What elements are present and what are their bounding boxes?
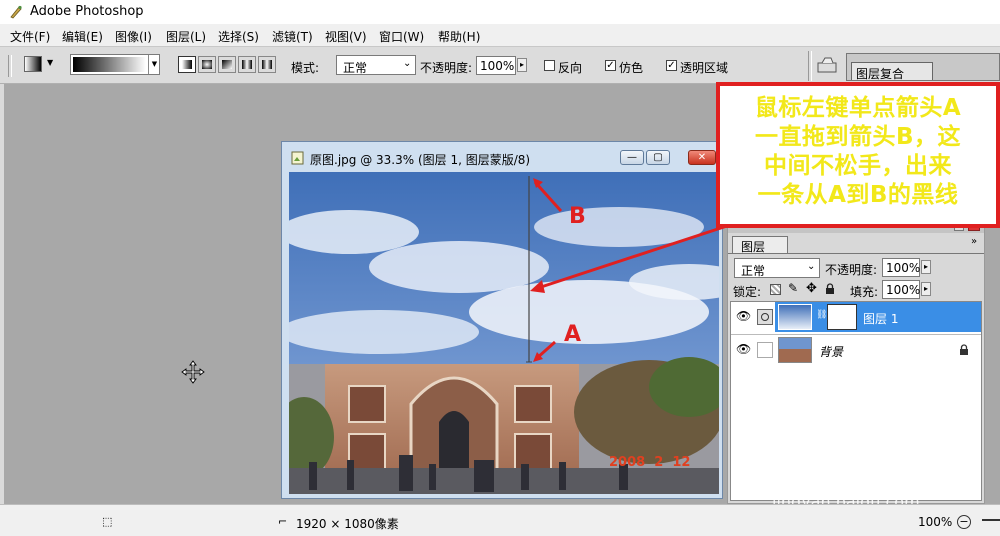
lock-all-icon[interactable]	[825, 283, 835, 295]
layer-opacity-arrow-icon[interactable]: ▸	[921, 260, 931, 274]
chevron-down-icon: ⌄	[807, 261, 816, 272]
tools-edge	[0, 84, 4, 504]
document-icon	[291, 151, 304, 165]
zoom-level: 100%	[918, 515, 953, 529]
lock-label: 锁定:	[733, 285, 762, 299]
transparency-label: 透明区域	[680, 61, 729, 75]
baidu-watermark: Bai 经验 jingyan.baidu.com	[768, 428, 998, 511]
visibility-eye-icon[interactable]: 👁	[736, 309, 751, 323]
minimize-button[interactable]: —	[620, 150, 644, 165]
move-cursor-icon	[181, 360, 205, 384]
layer-opacity-value: 100%	[886, 261, 921, 275]
title-bar: Adobe Photoshop	[0, 0, 1000, 24]
menu-image[interactable]: 图像(I)	[115, 28, 152, 45]
gradient-preview	[73, 57, 146, 72]
menu-edit[interactable]: 编辑(E)	[62, 28, 103, 45]
photo-date-stamp: 2008 2 12	[609, 455, 691, 470]
layer1-mask-thumbnail[interactable]	[827, 304, 857, 330]
panel-menu-icon[interactable]: »	[971, 236, 977, 247]
instruction-text: 鼠标左键单点箭头A 一直拖到箭头B，这 中间不松手，出来 一条从A到B的黑线	[720, 94, 996, 210]
chevron-down-icon[interactable]: ▼	[148, 55, 160, 74]
blend-mode-value: 正常	[741, 264, 766, 278]
layer-comps-tab-label: 图层复合	[856, 67, 905, 81]
photoshop-app-icon	[10, 5, 22, 19]
layer-link-slot[interactable]	[757, 342, 773, 358]
fill-input[interactable]: 100%	[882, 280, 920, 299]
selection-icon: ⬚	[102, 515, 113, 528]
radial-gradient-button[interactable]	[198, 56, 216, 73]
tab-layer-comps[interactable]: 图层复合	[851, 62, 933, 81]
label-a: A	[564, 322, 582, 347]
gradient-tool-preset-icon[interactable]	[24, 56, 42, 72]
document-window[interactable]: 原图.jpg @ 33.3% (图层 1, 图层蒙版/8) — ▢ ✕ B A …	[281, 141, 723, 499]
lock-brush-icon[interactable]: ✎	[788, 281, 798, 295]
transparency-checkbox[interactable]: ✓	[666, 60, 677, 71]
layer-locked-icon	[960, 344, 968, 355]
layer-row-background[interactable]: 👁 背景	[731, 334, 981, 365]
mode-select[interactable]: 正常 ⌄	[336, 55, 416, 75]
menu-help[interactable]: 帮助(H)	[438, 28, 480, 45]
file-browser-icon[interactable]	[816, 56, 838, 74]
lock-move-icon[interactable]: ✥	[806, 281, 817, 296]
diamond-gradient-button[interactable]	[258, 56, 276, 73]
opacity-slider-arrow-icon[interactable]: ▸	[517, 58, 527, 72]
close-button[interactable]: ✕	[688, 150, 716, 165]
menu-view[interactable]: 视图(V)	[325, 28, 367, 45]
mode-label: 模式:	[291, 61, 320, 75]
menu-select[interactable]: 选择(S)	[218, 28, 259, 45]
zoom-out-button[interactable]: −	[957, 515, 971, 529]
angle-gradient-button[interactable]	[218, 56, 236, 73]
visibility-eye-icon[interactable]: 👁	[736, 342, 751, 356]
blend-mode-select[interactable]: 正常 ⌄	[734, 258, 820, 278]
status-bar: ⬚ ⌐ 1920 × 1080像素 100% −	[0, 504, 1000, 536]
layer-opacity-label: 不透明度:	[825, 263, 878, 277]
zoom-slider[interactable]	[982, 519, 1000, 521]
layer1-name: 图层 1	[863, 312, 899, 326]
menu-file[interactable]: 文件(F)	[10, 28, 50, 45]
menu-filter[interactable]: 滤镜(T)	[272, 28, 313, 45]
maximize-button[interactable]: ▢	[646, 150, 670, 165]
layer1-thumbnail	[778, 304, 812, 330]
layer-opacity-input[interactable]: 100%	[882, 258, 920, 277]
layer-mask-link-icon[interactable]	[757, 309, 773, 325]
fill-arrow-icon[interactable]: ▸	[921, 282, 931, 296]
reflected-gradient-button[interactable]	[238, 56, 256, 73]
linear-gradient-button[interactable]	[178, 56, 196, 73]
document-title: 原图.jpg @ 33.3% (图层 1, 图层蒙版/8)	[310, 153, 531, 167]
opacity-input[interactable]: 100%	[476, 56, 516, 75]
mode-value: 正常	[343, 61, 368, 75]
reverse-checkbox[interactable]	[544, 60, 555, 71]
opacity-value: 100%	[480, 59, 515, 73]
dither-label: 仿色	[619, 61, 644, 75]
opacity-label: 不透明度:	[420, 61, 473, 75]
instruction-annotation: 鼠标左键单点箭头A 一直拖到箭头B，这 中间不松手，出来 一条从A到B的黑线	[716, 82, 1000, 228]
background-layer-name: 背景	[819, 345, 844, 359]
lock-transparent-icon[interactable]	[770, 284, 781, 295]
grip-handle	[8, 55, 12, 77]
gradient-picker[interactable]: ▼	[70, 54, 160, 75]
app-title: Adobe Photoshop	[30, 4, 144, 19]
fill-label: 填充:	[850, 285, 879, 299]
chevron-down-icon: ⌄	[403, 58, 412, 69]
fill-value: 100%	[886, 283, 921, 297]
options-bar: ▼ ▼ 模式: 正常 ⌄ 不透明度: 100% ▸ 反向 ✓ 仿色 ✓ 透明区域	[0, 46, 1000, 84]
chevron-down-icon[interactable]: ▼	[47, 58, 53, 67]
background-thumbnail	[778, 337, 812, 363]
palette-well: 图层复合	[846, 53, 1000, 81]
annotation-pointer-arrow-icon	[530, 223, 731, 293]
tab-layers[interactable]: 图层	[732, 236, 788, 254]
menu-bar: 文件(F) 编辑(E) 图像(I) 图层(L) 选择(S) 滤镜(T) 视图(V…	[0, 24, 1000, 46]
chain-link-icon[interactable]: ⛓	[816, 310, 827, 320]
divider	[808, 51, 812, 81]
menu-layer[interactable]: 图层(L)	[166, 28, 206, 45]
dither-checkbox[interactable]: ✓	[605, 60, 616, 71]
menu-window[interactable]: 窗口(W)	[379, 28, 424, 45]
reverse-label: 反向	[558, 61, 583, 75]
layer-row-layer1[interactable]: 👁 ⛓ 图层 1	[731, 302, 981, 332]
crop-icon: ⌐	[278, 515, 288, 528]
document-size: 1920 × 1080像素	[296, 517, 399, 531]
